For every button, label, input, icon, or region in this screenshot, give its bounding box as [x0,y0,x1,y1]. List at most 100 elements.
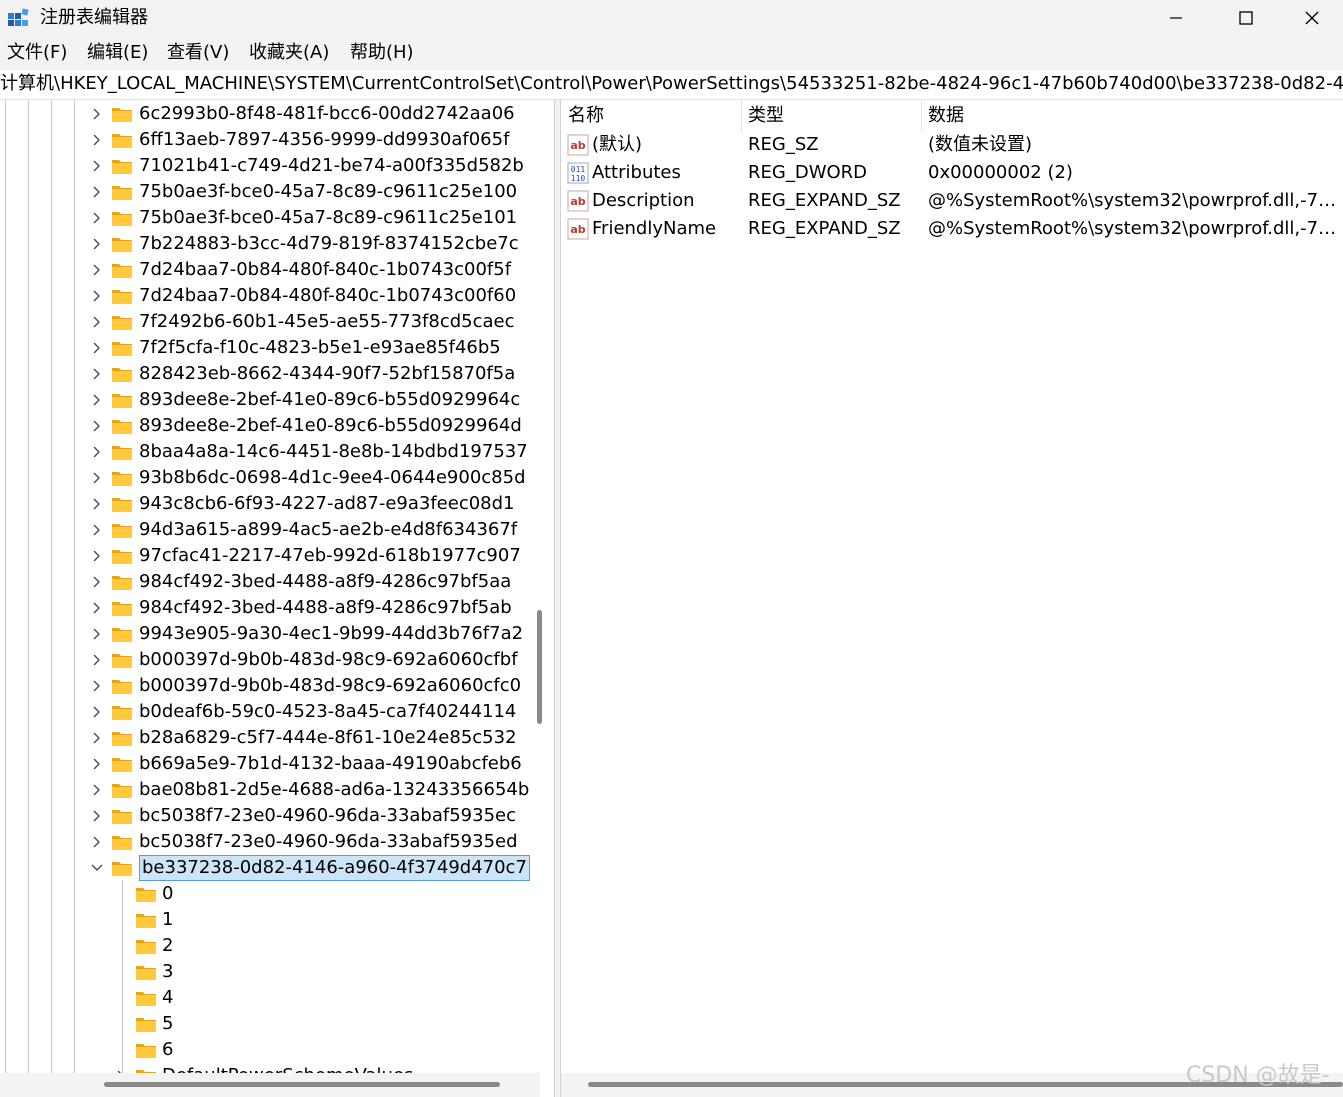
chevron-right-icon[interactable] [90,445,104,459]
value-row[interactable]: 011 110 Attributes REG_DWORD 0x00000002 (2) [561,159,1343,187]
tree-child-item[interactable]: 0 [0,881,540,907]
tree-item-label: be337238-0d82-4146-a960-4f3749d470c7 [139,855,530,881]
close-button[interactable] [1281,0,1343,36]
chevron-right-icon[interactable] [90,601,104,615]
tree-item[interactable]: 7d24baa7-0b84-480f-840c-1b0743c00f5f [0,257,540,283]
tree-item[interactable]: 828423eb-8662-4344-90f7-52bf15870f5a [0,361,540,387]
chevron-right-icon[interactable] [90,679,104,693]
tree-item[interactable]: 984cf492-3bed-4488-a8f9-4286c97bf5aa [0,569,540,595]
chevron-right-icon[interactable] [90,107,104,121]
chevron-right-icon[interactable] [90,211,104,225]
tree-item[interactable]: 93b8b6dc-0698-4d1c-9ee4-0644e900c85d [0,465,540,491]
chevron-right-icon[interactable] [90,627,104,641]
column-header-type[interactable]: 类型 [748,104,784,128]
tree-item[interactable]: bc5038f7-23e0-4960-96da-33abaf5935ed [0,829,540,855]
tree-child-label: 3 [162,961,174,982]
tree-item[interactable]: 94d3a615-a899-4ac5-ae2b-e4d8f634367f [0,517,540,543]
tree-item-label: 75b0ae3f-bce0-45a7-8c89-c9611c25e101 [139,207,518,228]
column-header-data[interactable]: 数据 [928,104,964,128]
chevron-right-icon[interactable] [90,133,104,147]
chevron-right-icon[interactable] [90,757,104,771]
chevron-right-icon[interactable] [90,263,104,277]
folder-icon [112,134,132,148]
chevron-right-icon[interactable] [90,653,104,667]
chevron-right-icon[interactable] [90,289,104,303]
chevron-right-icon[interactable] [90,341,104,355]
address-bar[interactable]: 计算机\HKEY_LOCAL_MACHINE\SYSTEM\CurrentCon… [0,70,1343,100]
menu-file[interactable]: 文件(F) [7,41,67,65]
tree-item[interactable]: 9943e905-9a30-4ec1-9b99-44dd3b76f7a2 [0,621,540,647]
chevron-right-icon[interactable] [90,315,104,329]
tree-item[interactable]: 97cfac41-2217-47eb-992d-618b1977c907 [0,543,540,569]
values-list[interactable]: 名称 类型 数据 ab (默认) REG_SZ (数值未设置) 011 110 Attrib… [561,100,1343,1097]
chevron-down-icon[interactable] [90,861,104,875]
tree-item[interactable]: b0deaf6b-59c0-4523-8a45-ca7f40244114 [0,699,540,725]
tree-item[interactable]: 7f2492b6-60b1-45e5-ae55-773f8cd5caec [0,309,540,335]
tree-item[interactable]: 943c8cb6-6f93-4227-ad87-e9a3feec08d1 [0,491,540,517]
tree-item[interactable]: 7b224883-b3cc-4d79-819f-8374152cbe7c [0,231,540,257]
menu-view[interactable]: 查看(V) [167,41,229,65]
tree-item-label: 7d24baa7-0b84-480f-840c-1b0743c00f5f [139,259,512,280]
chevron-right-icon[interactable] [90,159,104,173]
tree-child-item[interactable]: 2 [0,933,540,959]
chevron-right-icon[interactable] [90,809,104,823]
chevron-right-icon[interactable] [90,549,104,563]
tree-child-item[interactable]: 5 [0,1011,540,1037]
chevron-right-icon[interactable] [90,497,104,511]
tree-horizontal-scrollbar[interactable] [104,1082,500,1087]
tree-vertical-scrollbar[interactable] [537,610,542,724]
value-row[interactable]: ab (默认) REG_SZ (数值未设置) [561,131,1343,159]
tree-item[interactable]: 6c2993b0-8f48-481f-bcc6-00dd2742aa06 [0,101,540,127]
chevron-right-icon[interactable] [90,731,104,745]
tree-child-item[interactable]: 1 [0,907,540,933]
tree-item[interactable]: b000397d-9b0b-483d-98c9-692a6060cfc0 [0,673,540,699]
tree-item[interactable]: 8baa4a8a-14c6-4451-8e8b-14bdbd197537 [0,439,540,465]
chevron-right-icon[interactable] [90,523,104,537]
value-row[interactable]: ab FriendlyName REG_EXPAND_SZ @%SystemRoot%… [561,215,1343,243]
tree-item[interactable]: b000397d-9b0b-483d-98c9-692a6060cfbf [0,647,540,673]
tree-item[interactable]: 6ff13aeb-7897-4356-9999-dd9930af065f [0,127,540,153]
menu-help[interactable]: 帮助(H) [350,41,414,65]
tree-item[interactable]: 75b0ae3f-bce0-45a7-8c89-c9611c25e100 [0,179,540,205]
tree-item[interactable]: bc5038f7-23e0-4960-96da-33abaf5935ec [0,803,540,829]
value-row[interactable]: ab Description REG_EXPAND_SZ @%SystemRoot%\… [561,187,1343,215]
minimize-button[interactable] [1141,0,1211,36]
tree-item[interactable]: b28a6829-c5f7-444e-8f61-10e24e85c532 [0,725,540,751]
chevron-right-icon[interactable] [90,705,104,719]
tree-item-label: 9943e905-9a30-4ec1-9b99-44dd3b76f7a2 [139,623,524,644]
tree-child-item[interactable]: 3 [0,959,540,985]
tree-item[interactable]: b669a5e9-7b1d-4132-baaa-49190abcfeb6 [0,751,540,777]
chevron-right-icon[interactable] [90,835,104,849]
menu-edit[interactable]: 编辑(E) [87,41,148,65]
tree-item[interactable]: 893dee8e-2bef-41e0-89c6-b55d0929964c [0,387,540,413]
menu-favorites[interactable]: 收藏夹(A) [249,41,329,65]
tree-item[interactable]: be337238-0d82-4146-a960-4f3749d470c7 [0,855,540,881]
value-type: REG_EXPAND_SZ [748,190,901,211]
tree-item[interactable]: 7d24baa7-0b84-480f-840c-1b0743c00f60 [0,283,540,309]
chevron-right-icon[interactable] [90,393,104,407]
tree-item[interactable]: 984cf492-3bed-4488-a8f9-4286c97bf5ab [0,595,540,621]
pane-splitter[interactable] [554,100,561,1097]
tree-item[interactable]: 893dee8e-2bef-41e0-89c6-b55d0929964d [0,413,540,439]
tree-child-item[interactable]: 6 [0,1037,540,1063]
chevron-right-icon[interactable] [90,471,104,485]
tree-item[interactable]: 75b0ae3f-bce0-45a7-8c89-c9611c25e101 [0,205,540,231]
tree-item[interactable]: 71021b41-c749-4d21-be74-a00f335d582b [0,153,540,179]
tree-item[interactable]: bae08b81-2d5e-4688-ad6a-13243356654b [0,777,540,803]
column-divider[interactable] [921,100,922,132]
column-header-name[interactable]: 名称 [568,104,604,128]
address-path[interactable]: 计算机\HKEY_LOCAL_MACHINE\SYSTEM\CurrentCon… [0,72,1343,96]
chevron-right-icon[interactable] [90,185,104,199]
chevron-right-icon[interactable] [90,419,104,433]
column-divider[interactable] [741,100,742,132]
tree-item-label: 93b8b6dc-0698-4d1c-9ee4-0644e900c85d [139,467,526,488]
chevron-right-icon[interactable] [90,367,104,381]
chevron-right-icon[interactable] [90,237,104,251]
tree-item[interactable]: 7f2f5cfa-f10c-4823-b5e1-e93ae85f46b5 [0,335,540,361]
chevron-right-icon[interactable] [90,783,104,797]
key-tree[interactable]: 6c2993b0-8f48-481f-bcc6-00dd2742aa06 6ff1… [0,100,554,1097]
tree-child-item[interactable]: 4 [0,985,540,1011]
chevron-right-icon[interactable] [90,575,104,589]
folder-icon [112,290,132,304]
maximize-button[interactable] [1211,0,1281,36]
